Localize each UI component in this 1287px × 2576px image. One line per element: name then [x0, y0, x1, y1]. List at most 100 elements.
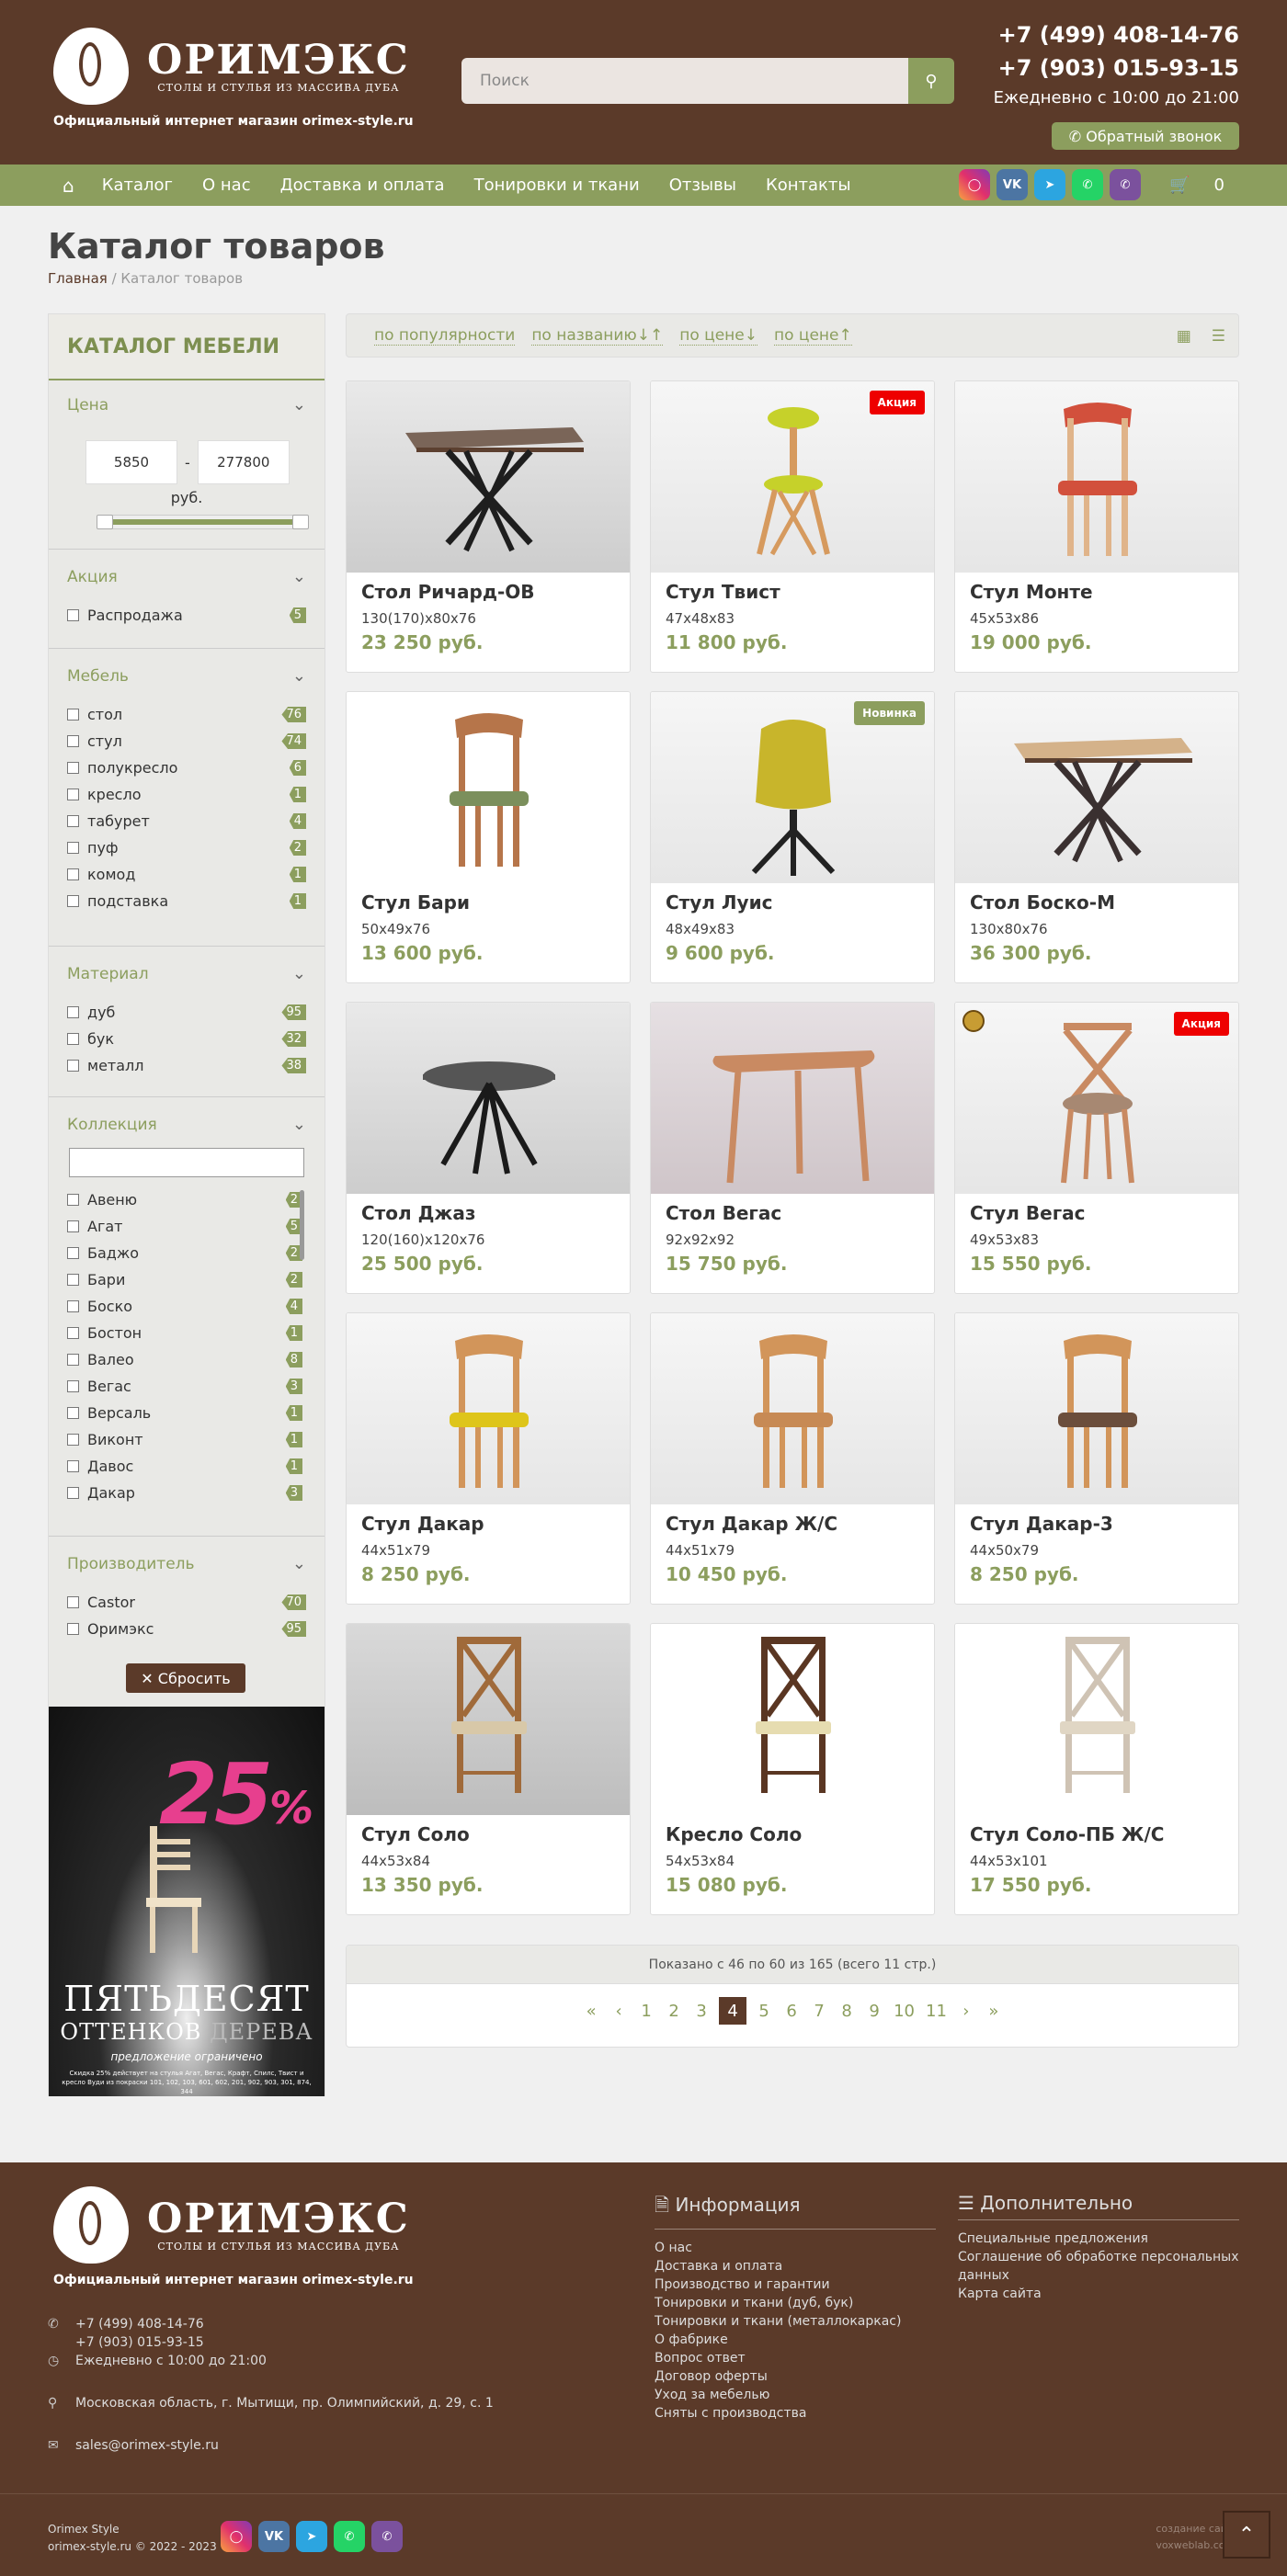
- product-name[interactable]: Стул Монте: [970, 581, 1093, 603]
- checkbox[interactable]: [67, 762, 79, 774]
- product-card[interactable]: Стул Соло-ПБ Ж/С 44х53х101 17 550 руб.: [954, 1623, 1239, 1915]
- vk-icon[interactable]: VK: [997, 169, 1028, 200]
- footer-phone-1[interactable]: +7 (499) 408-14-76: [75, 2315, 204, 2333]
- checkbox[interactable]: [67, 1247, 79, 1259]
- product-card[interactable]: Стул Дакар 44х51х79 8 250 руб.: [346, 1312, 631, 1605]
- product-card[interactable]: Стул Дакар Ж/С 44х51х79 10 450 руб.: [650, 1312, 935, 1605]
- product-image[interactable]: [347, 1003, 630, 1194]
- furniture-option[interactable]: полукресло 6: [67, 755, 306, 781]
- logo[interactable]: ОРИМЭКС СТОЛЫ И СТУЛЬЯ ИЗ МАССИВА ДУБА О…: [53, 28, 414, 129]
- collection-option[interactable]: Версаль 1: [67, 1400, 302, 1426]
- checkbox[interactable]: [67, 1060, 79, 1072]
- product-name[interactable]: Стул Дакар-3: [970, 1513, 1113, 1535]
- furniture-option[interactable]: подставка 1: [67, 888, 306, 914]
- product-name[interactable]: Стул Твист: [666, 581, 780, 603]
- product-name[interactable]: Стол Джаз: [361, 1202, 475, 1224]
- product-card[interactable]: Стул Бари 50х49х76 13 600 руб.: [346, 691, 631, 983]
- collection-option[interactable]: Виконт 1: [67, 1426, 302, 1453]
- furniture-option[interactable]: табурет 4: [67, 808, 306, 834]
- cart[interactable]: 🛒 0: [1169, 165, 1224, 206]
- first-page-button[interactable]: «: [581, 1997, 601, 2025]
- search-input[interactable]: [461, 58, 908, 104]
- product-name[interactable]: Стол Ричард-ОВ: [361, 581, 535, 603]
- telegram-icon[interactable]: ➤: [296, 2521, 327, 2552]
- collection-option[interactable]: Бари 2: [67, 1266, 302, 1293]
- product-card[interactable]: Новинка Стул Луис 48х49х83 9 600 руб.: [650, 691, 935, 983]
- filter-collection-list[interactable]: Авеню 2 Агат 5 Баджо 2 Бари 2 Боско 4 Бостон 1 Валео…: [67, 1186, 302, 1508]
- checkbox[interactable]: [67, 1006, 79, 1018]
- sort-price-asc[interactable]: по цене↑: [773, 326, 852, 346]
- page-link[interactable]: 5: [754, 1997, 774, 2025]
- header-phone-1[interactable]: +7 (499) 408-14-76: [994, 18, 1239, 51]
- checkbox[interactable]: [67, 1487, 79, 1499]
- collection-option[interactable]: Агат 5: [67, 1213, 302, 1240]
- product-card[interactable]: Стул Монте 45х53х86 19 000 руб.: [954, 380, 1239, 673]
- checkbox[interactable]: [67, 895, 79, 907]
- product-image[interactable]: [347, 1313, 630, 1504]
- checkbox[interactable]: [67, 709, 79, 721]
- product-name[interactable]: Стул Соло: [361, 1823, 470, 1845]
- checkbox[interactable]: [67, 868, 79, 880]
- footer-logo[interactable]: ОРИМЭКС СТОЛЫ И СТУЛЬЯ ИЗ МАССИВА ДУБА О…: [53, 2186, 414, 2287]
- product-card[interactable]: Стол Вегас 92х92х92 15 750 руб.: [650, 1002, 935, 1294]
- product-card[interactable]: Стол Ричард-ОВ 130(170)х80х76 23 250 руб.: [346, 380, 631, 673]
- product-name[interactable]: Стул Луис: [666, 891, 772, 914]
- footer-info-link[interactable]: Сняты с производства: [655, 2404, 936, 2423]
- nav-item-finishes[interactable]: Тонировки и ткани: [474, 176, 640, 195]
- collection-option[interactable]: Боско 4: [67, 1293, 302, 1320]
- product-card[interactable]: Акция Стул Твист 47х48х83 11 800 руб.: [650, 380, 935, 673]
- telegram-icon[interactable]: ➤: [1034, 169, 1065, 200]
- footer-info-link[interactable]: Доставка и оплата: [655, 2257, 936, 2275]
- furniture-option[interactable]: стул 74: [67, 728, 306, 755]
- product-name[interactable]: Стул Дакар Ж/С: [666, 1513, 837, 1535]
- whatsapp-icon[interactable]: ✆: [334, 2521, 365, 2552]
- price-slider[interactable]: [97, 515, 309, 529]
- checkbox[interactable]: [67, 735, 79, 747]
- collection-search-input[interactable]: [69, 1148, 304, 1177]
- furniture-option[interactable]: кресло 1: [67, 781, 306, 808]
- footer-info-link[interactable]: Договор оферты: [655, 2367, 936, 2386]
- product-image[interactable]: [955, 1313, 1238, 1504]
- furniture-option[interactable]: стол 76: [67, 701, 306, 728]
- callback-button[interactable]: ✆ Обратный звонок: [1052, 122, 1239, 150]
- furniture-option[interactable]: пуф 2: [67, 834, 306, 861]
- footer-extra-link[interactable]: Соглашение об обработке персональных дан…: [958, 2248, 1239, 2285]
- promo-banner[interactable]: 25% ПЯТЬДЕСЯТ ОТТЕНКОВ ДЕРЕВА предложени…: [49, 1707, 325, 2096]
- product-image[interactable]: Акция: [651, 381, 934, 573]
- sort-popularity[interactable]: по популярности: [374, 326, 516, 346]
- list-view-icon[interactable]: ☰: [1212, 327, 1225, 346]
- price-min-input[interactable]: 5850: [85, 440, 177, 484]
- product-image[interactable]: [955, 381, 1238, 573]
- collection-option[interactable]: Бостон 1: [67, 1320, 302, 1346]
- product-card[interactable]: Стул Соло 44х53х84 13 350 руб.: [346, 1623, 631, 1915]
- filter-furniture-header[interactable]: Мебель ⌄: [67, 666, 306, 686]
- checkbox[interactable]: [67, 1407, 79, 1419]
- filter-sale-header[interactable]: Акция ⌄: [67, 567, 306, 586]
- filter-material-header[interactable]: Материал ⌄: [67, 964, 306, 983]
- sort-name[interactable]: по названию↓↑: [531, 326, 664, 346]
- checkbox[interactable]: [67, 1194, 79, 1206]
- product-name[interactable]: Стул Соло-ПБ Ж/С: [970, 1823, 1164, 1845]
- product-image[interactable]: Акция: [955, 1003, 1238, 1194]
- scroll-top-button[interactable]: ⌃: [1223, 2511, 1270, 2559]
- vk-icon[interactable]: VK: [258, 2521, 290, 2552]
- product-name[interactable]: Стол Боско-М: [970, 891, 1115, 914]
- next-page-button[interactable]: ›: [956, 1997, 976, 2025]
- filter-price-header[interactable]: Цена ⌄: [67, 395, 306, 414]
- footer-phone-2[interactable]: +7 (903) 015-93-15: [75, 2333, 204, 2352]
- page-link[interactable]: 4: [719, 1997, 747, 2025]
- collection-option[interactable]: Авеню 2: [67, 1186, 302, 1213]
- page-link[interactable]: 8: [837, 1997, 857, 2025]
- checkbox[interactable]: [67, 842, 79, 854]
- maker-option[interactable]: Castor 70: [67, 1589, 306, 1616]
- checkbox[interactable]: [67, 1460, 79, 1472]
- checkbox[interactable]: [67, 1220, 79, 1232]
- product-card[interactable]: Кресло Соло 54х53х84 15 080 руб.: [650, 1623, 935, 1915]
- checkbox[interactable]: [67, 815, 79, 827]
- nav-item-catalog[interactable]: Каталог: [102, 176, 173, 195]
- grid-view-icon[interactable]: ▦: [1177, 327, 1191, 346]
- collection-option[interactable]: Вегас 3: [67, 1373, 302, 1400]
- product-card[interactable]: Стол Боско-М 130х80х76 36 300 руб.: [954, 691, 1239, 983]
- page-link[interactable]: 6: [781, 1997, 802, 2025]
- product-name[interactable]: Стол Вегас: [666, 1202, 781, 1224]
